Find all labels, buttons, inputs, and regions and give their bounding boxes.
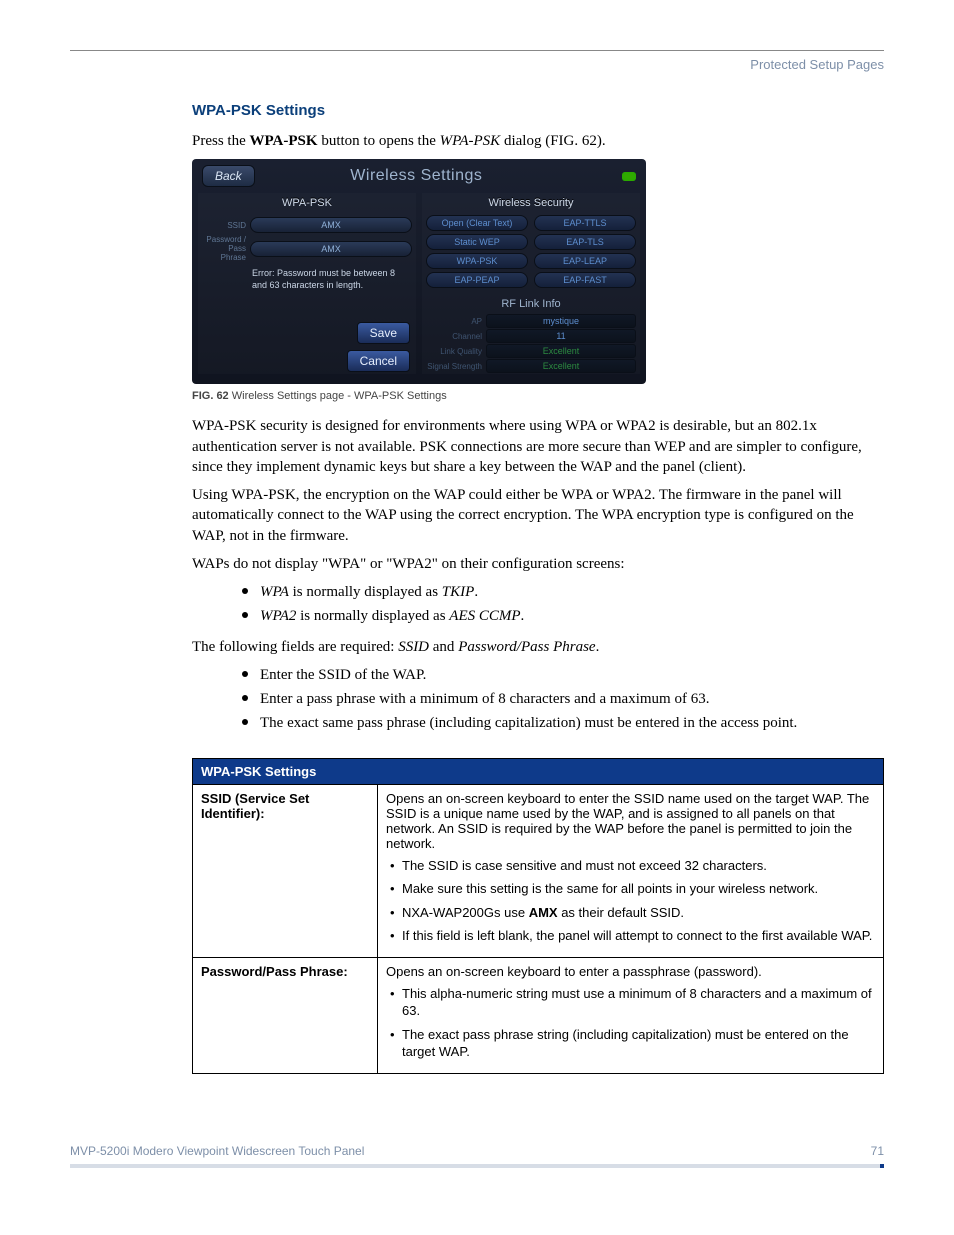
paragraph-1: WPA-PSK security is designed for environ…	[192, 416, 884, 477]
pass-label: Password / Pass Phrase	[202, 235, 246, 262]
table-intro: Opens an on-screen keyboard to enter a p…	[386, 964, 875, 979]
table-row: Password/Pass Phrase: Opens an on-screen …	[193, 957, 884, 1073]
section-title: WPA-PSK Settings	[192, 102, 884, 119]
required-fields-paragraph: The following fields are required: SSID …	[192, 637, 884, 657]
intro-post: dialog (FIG. 62).	[500, 133, 605, 149]
table-bullets: This alpha-numeric string must use a min…	[386, 985, 875, 1061]
list-item: Enter the SSID of the WAP.	[260, 665, 884, 685]
rf-key: Signal Strength	[426, 362, 482, 371]
rf-row: Link Quality Excellent	[426, 344, 636, 358]
left-panel-label: WPA-PSK	[198, 193, 416, 215]
back-button[interactable]: Back	[202, 165, 255, 187]
paragraph-3: WAPs do not display "WPA" or "WPA2" on t…	[192, 554, 884, 574]
figure-caption-text: Wireless Settings page - WPA-PSK Setting…	[229, 390, 447, 402]
rf-key: Link Quality	[426, 347, 482, 356]
rf-value: 11	[486, 329, 636, 343]
security-option-static-wep[interactable]: Static WEP	[426, 234, 528, 250]
rf-key: Channel	[426, 332, 482, 341]
footer-left: MVP-5200i Modero Viewpoint Widescreen To…	[70, 1144, 364, 1158]
security-option-wpa-psk[interactable]: WPA-PSK	[426, 253, 528, 269]
rf-value: Excellent	[486, 359, 636, 373]
security-option-eap-tls[interactable]: EAP-TLS	[534, 234, 636, 250]
txt: is normally displayed as	[296, 608, 449, 624]
figure-caption: FIG. 62 Wireless Settings page - WPA-PSK…	[192, 390, 884, 402]
required-fields-bullets: Enter the SSID of the WAP. Enter a pass p…	[192, 665, 884, 734]
table-row: SSID (Service Set Identifier):Opens an o…	[193, 784, 884, 957]
list-item: NXA-WAP200Gs use AMX as their default SS…	[390, 904, 875, 922]
footer-page-number: 71	[871, 1144, 884, 1158]
em: TKIP	[442, 584, 475, 600]
ssid-label: SSID	[202, 221, 246, 230]
txt: .	[474, 584, 478, 600]
rf-row: Signal Strength Excellent	[426, 359, 636, 373]
security-option-open-clear-text-[interactable]: Open (Clear Text)	[426, 215, 528, 231]
settings-table: WPA-PSK Settings SSID (Service Set Ident…	[192, 758, 884, 1074]
list-item: The SSID is case sensitive and must not …	[390, 857, 875, 875]
rf-row: AP mystique	[426, 314, 636, 328]
security-option-eap-fast[interactable]: EAP-FAST	[534, 272, 636, 288]
em: WPA2	[260, 608, 296, 624]
security-option-eap-peap[interactable]: EAP-PEAP	[426, 272, 528, 288]
intro-em: WPA-PSK	[440, 133, 501, 149]
display-bullets: WPA is normally displayed as TKIP. WPA2 …	[192, 582, 884, 627]
intro-bold: WPA-PSK	[250, 133, 318, 149]
status-led-icon	[622, 172, 636, 181]
em: Password/Pass Phrase	[458, 639, 595, 655]
rf-value: mystique	[486, 314, 636, 328]
txt: The following fields are required:	[192, 639, 398, 655]
bullet-wpa2: WPA2 is normally displayed as AES CCMP.	[260, 606, 884, 626]
table-key: Password/Pass Phrase:	[193, 957, 378, 1073]
list-item: Enter a pass phrase with a minimum of 8 …	[260, 689, 884, 709]
rf-title: RF Link Info	[422, 298, 640, 310]
txt: .	[596, 639, 600, 655]
em: AES CCMP	[449, 608, 520, 624]
intro-mid: button to opens the	[318, 133, 440, 149]
security-option-eap-ttls[interactable]: EAP-TTLS	[534, 215, 636, 231]
txt: and	[429, 639, 458, 655]
list-item: Make sure this setting is the same for a…	[390, 880, 875, 898]
em: WPA	[260, 584, 289, 600]
table-key: SSID (Service Set Identifier):	[193, 784, 378, 957]
cancel-button[interactable]: Cancel	[347, 350, 410, 372]
list-item: If this field is left blank, the panel w…	[390, 927, 875, 945]
table-header: WPA-PSK Settings	[193, 758, 884, 784]
table-value: Opens an on-screen keyboard to enter the…	[378, 784, 884, 957]
intro-paragraph: Press the WPA-PSK button to opens the WP…	[192, 131, 884, 151]
ssid-input[interactable]: AMX	[250, 217, 412, 233]
paragraph-2: Using WPA-PSK, the encryption on the WAP…	[192, 485, 884, 546]
bullet-wpa: WPA is normally displayed as TKIP.	[260, 582, 884, 602]
txt: is normally displayed as	[289, 584, 442, 600]
page-footer: MVP-5200i Modero Viewpoint Widescreen To…	[70, 1144, 884, 1158]
list-item: The exact same pass phrase (including ca…	[260, 713, 884, 733]
header-right: Protected Setup Pages	[70, 57, 884, 72]
security-option-eap-leap[interactable]: EAP-LEAP	[534, 253, 636, 269]
table-intro: Opens an on-screen keyboard to enter the…	[386, 791, 875, 851]
rf-key: AP	[426, 317, 482, 326]
txt: .	[521, 608, 525, 624]
error-text: Error: Password must be between 8 and 63…	[252, 268, 410, 291]
figure-title: Wireless Settings	[265, 167, 568, 185]
footer-bar	[70, 1164, 884, 1168]
figure-screenshot: Back Wireless Settings WPA-PSK SSID AMX …	[192, 159, 646, 384]
figure-caption-num: FIG. 62	[192, 390, 229, 402]
table-bullets: The SSID is case sensitive and must not …	[386, 857, 875, 945]
save-button[interactable]: Save	[357, 322, 410, 344]
table-value: Opens an on-screen keyboard to enter a p…	[378, 957, 884, 1073]
figure-62: Back Wireless Settings WPA-PSK SSID AMX …	[192, 159, 884, 402]
pass-input[interactable]: AMX	[250, 241, 412, 257]
rf-value: Excellent	[486, 344, 636, 358]
rf-row: Channel 11	[426, 329, 636, 343]
right-panel-label: Wireless Security	[422, 193, 640, 215]
list-item: The exact pass phrase string (including …	[390, 1026, 875, 1061]
em: SSID	[398, 639, 429, 655]
list-item: This alpha-numeric string must use a min…	[390, 985, 875, 1020]
intro-pre: Press the	[192, 133, 250, 149]
